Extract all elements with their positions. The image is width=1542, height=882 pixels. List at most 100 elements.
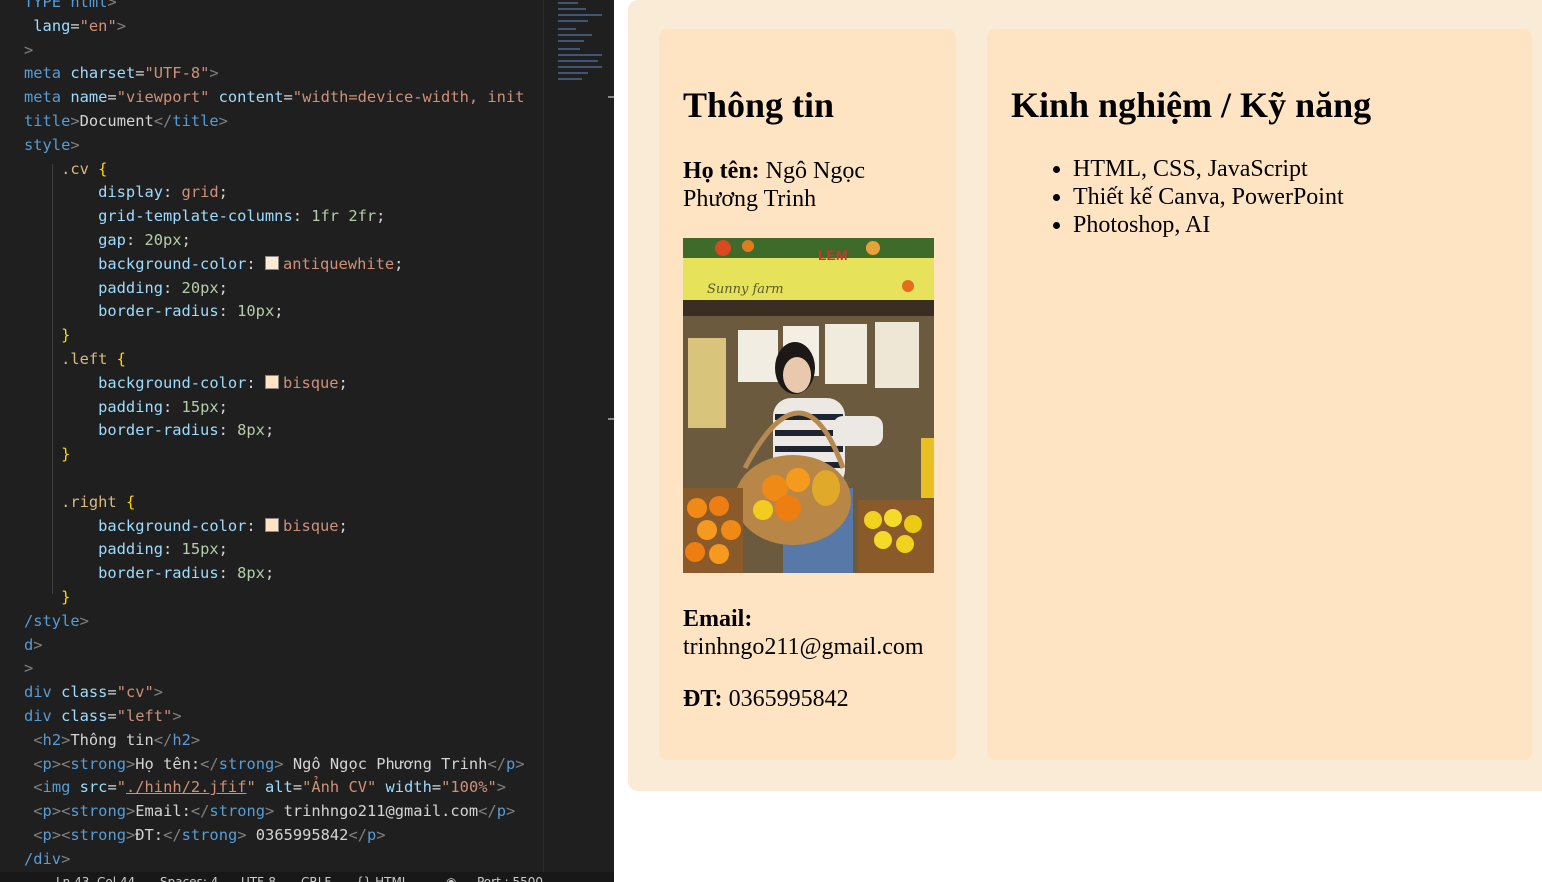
code-line[interactable]: <p><strong>ĐT:</strong> 0365995842</p> [0, 824, 543, 848]
code-line[interactable]: <h2>Thông tin</h2> [0, 729, 543, 753]
code-token: > [265, 802, 275, 821]
code-line[interactable]: } [0, 324, 543, 348]
code-token: < [24, 730, 43, 749]
code-line[interactable]: grid-template-columns: 1fr 2fr; [0, 205, 543, 229]
code-token: : [163, 540, 182, 559]
code-line[interactable]: background-color: bisque; [0, 515, 543, 539]
code-line[interactable]: /div> [0, 848, 543, 871]
code-line[interactable]: > [0, 39, 543, 63]
code-line[interactable]: div class="cv"> [0, 681, 543, 705]
code-line[interactable]: meta charset="UTF-8"> [0, 62, 543, 86]
code-token: > [496, 778, 507, 797]
code-token: 20px [144, 230, 182, 249]
code-line[interactable]: title>Document</title> [0, 110, 543, 134]
line-ending[interactable]: CRLF [301, 872, 331, 882]
language-mode[interactable]: {} HTML [356, 872, 408, 882]
code-token: : [163, 397, 182, 416]
code-token: ; [376, 207, 386, 226]
code-token: " [246, 778, 266, 797]
cursor-position[interactable]: Ln 43, Col 44 [56, 872, 135, 882]
code-token: 1fr 2fr [311, 207, 377, 226]
code-line[interactable]: lang="en"> [0, 15, 543, 39]
phone-label: ĐT: [683, 686, 723, 712]
code-token: > [125, 754, 136, 773]
code-token: = [107, 88, 117, 107]
code-line[interactable]: style> [0, 134, 543, 158]
code-token: img [42, 778, 80, 797]
code-token: ; [218, 183, 228, 202]
code-token: < [24, 778, 43, 797]
code-token: meta [24, 64, 71, 83]
code-line[interactable]: <img src="./hinh/2.jfif" alt="Ảnh CV" wi… [0, 776, 543, 800]
code-token: > [218, 111, 228, 130]
code-token: border-radius [24, 564, 219, 583]
code-token: p [42, 802, 52, 821]
code-line[interactable]: meta name="viewport" content="width=devi… [0, 86, 543, 110]
code-token: : [218, 421, 238, 440]
code-line[interactable]: .cv { [0, 158, 543, 182]
code-line[interactable]: d> [0, 634, 543, 658]
code-token: = [283, 88, 293, 107]
code-token: </ [163, 825, 182, 844]
color-swatch[interactable] [264, 374, 279, 389]
code-line[interactable]: border-radius: 10px; [0, 300, 543, 324]
code-text-area[interactable]: TYPE html> lang="en"> > meta charset="UTF-… [0, 0, 543, 871]
live-server-port[interactable]: Port : 5500 [477, 872, 543, 882]
code-token: } [24, 326, 71, 345]
minimap[interactable] [543, 0, 604, 882]
vertical-scrollbar[interactable] [603, 0, 614, 882]
indent-setting[interactable]: Spaces: 4 [160, 872, 218, 882]
code-line[interactable]: } [0, 443, 543, 467]
code-token: div [24, 683, 62, 702]
code-token: grid [181, 183, 219, 202]
code-line[interactable]: padding: 20px; [0, 277, 543, 301]
code-token: = [135, 64, 145, 83]
code-line[interactable]: display: grid; [0, 181, 543, 205]
code-line[interactable]: padding: 15px; [0, 538, 543, 562]
code-line[interactable]: > [0, 657, 543, 681]
code-line[interactable]: padding: 15px; [0, 396, 543, 420]
encoding[interactable]: UTF-8 [241, 872, 276, 882]
code-token: background-color [24, 373, 247, 392]
code-token: title [24, 111, 71, 130]
name-field: Họ tên: Ngô Ngọc Phương Trinh [683, 157, 938, 213]
code-line[interactable]: div class="left"> [0, 705, 543, 729]
code-line[interactable] [0, 467, 543, 491]
code-token: p [505, 754, 516, 773]
code-line[interactable]: background-color: bisque; [0, 372, 543, 396]
code-token: bisque [282, 516, 339, 535]
code-token: "UTF-8" [144, 64, 210, 83]
code-token: title [172, 111, 219, 130]
code-line[interactable]: <p><strong>Họ tên:</strong> Ngô Ngọc Phư… [0, 753, 543, 777]
code-line[interactable]: .right { [0, 491, 543, 515]
color-swatch[interactable] [264, 517, 279, 532]
code-editor[interactable]: TYPE html> lang="en"> > meta charset="UTF-… [0, 0, 614, 882]
code-line[interactable]: } [0, 586, 543, 610]
code-line[interactable]: border-radius: 8px; [0, 562, 543, 586]
color-swatch[interactable] [264, 255, 279, 270]
code-token: Thông tin [70, 730, 154, 749]
code-line[interactable]: background-color: antiquewhite; [0, 253, 543, 277]
status-bar: Ln 43, Col 44 Spaces: 4 UTF-8 CRLF {} HT… [0, 872, 614, 882]
code-token: border-radius [24, 302, 219, 321]
code-token: src [79, 778, 108, 797]
code-line[interactable]: gap: 20px; [0, 229, 543, 253]
code-token: 0365995842 [246, 825, 349, 844]
code-token: .left [24, 349, 117, 368]
code-token: .cv [24, 159, 99, 178]
code-line[interactable]: TYPE html> [0, 0, 543, 15]
code-line[interactable]: <p><strong>Email:</strong> trinhngo211@g… [0, 800, 543, 824]
left-panel: Thông tin Họ tên: Ngô Ngọc Phương Trinh … [659, 29, 956, 760]
code-token: p [42, 825, 52, 844]
code-token: 15px [181, 540, 219, 559]
copilot-icon[interactable]: ◉ [446, 872, 456, 882]
code-token: > [107, 0, 117, 11]
code-token: p [367, 825, 377, 844]
skill-item: HTML, CSS, JavaScript [1073, 155, 1344, 183]
code-line[interactable]: /style> [0, 610, 543, 634]
code-token: class [61, 706, 108, 725]
code-token: " [116, 778, 126, 797]
code-line[interactable]: .left { [0, 348, 543, 372]
code-token: "Ảnh CV" [302, 778, 386, 797]
code-line[interactable]: border-radius: 8px; [0, 419, 543, 443]
